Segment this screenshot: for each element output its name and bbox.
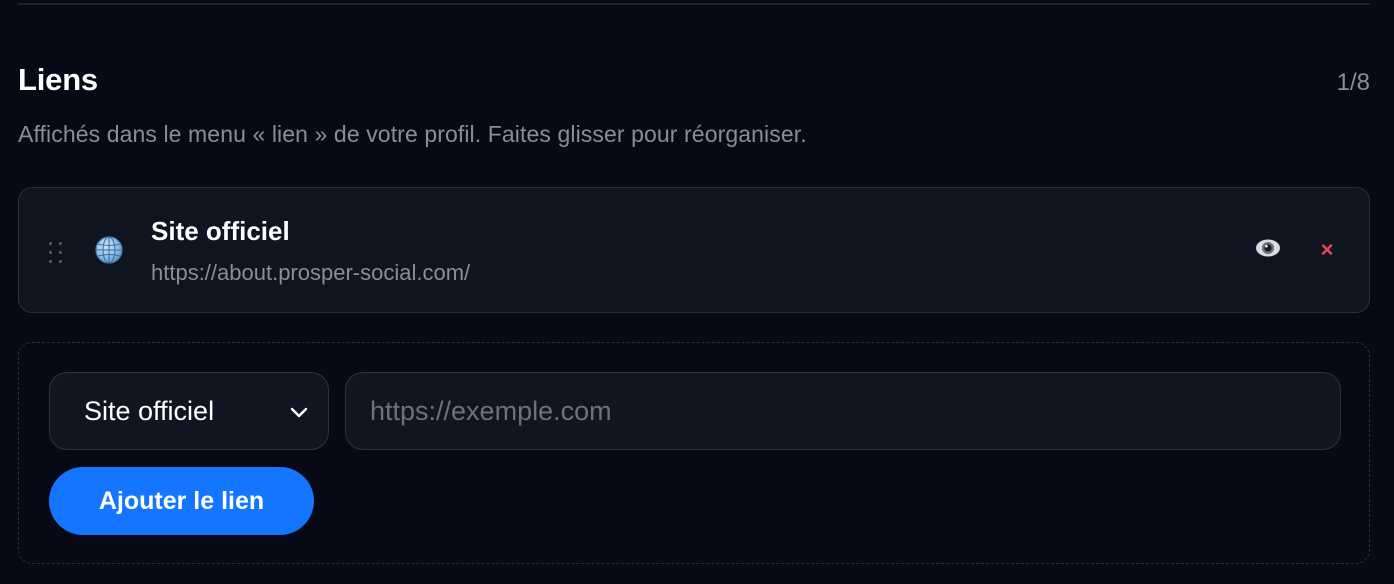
- section-header: Liens 1/8: [18, 62, 1370, 98]
- link-type-select[interactable]: Site officiel: [49, 372, 329, 450]
- link-url-input[interactable]: [345, 372, 1341, 450]
- divider: [18, 3, 1370, 5]
- link-count: 1/8: [1336, 69, 1370, 96]
- remove-link-button[interactable]: ×: [1311, 234, 1343, 266]
- section-description: Affichés dans le menu « lien » de votre …: [18, 121, 807, 147]
- close-icon: ×: [1320, 237, 1334, 262]
- link-url: https://about.prosper-social.com/: [151, 260, 471, 285]
- eye-icon: [1255, 238, 1281, 263]
- link-item[interactable]: Site officiel https://about.prosper-soci…: [18, 187, 1370, 313]
- section-title: Liens: [18, 62, 98, 97]
- toggle-visibility-button[interactable]: [1249, 234, 1287, 266]
- drag-handle-icon[interactable]: [47, 240, 65, 264]
- globe-icon: [93, 234, 125, 266]
- links-settings-page: Liens 1/8 Affichés dans le menu « lien »…: [0, 0, 1394, 584]
- add-link-button[interactable]: Ajouter le lien: [49, 467, 314, 535]
- link-name: Site officiel: [151, 216, 290, 246]
- link-type-selected: Site officiel: [84, 396, 215, 426]
- add-link-panel: Site officiel Ajouter le lien: [18, 342, 1370, 564]
- chevron-down-icon: [288, 401, 310, 423]
